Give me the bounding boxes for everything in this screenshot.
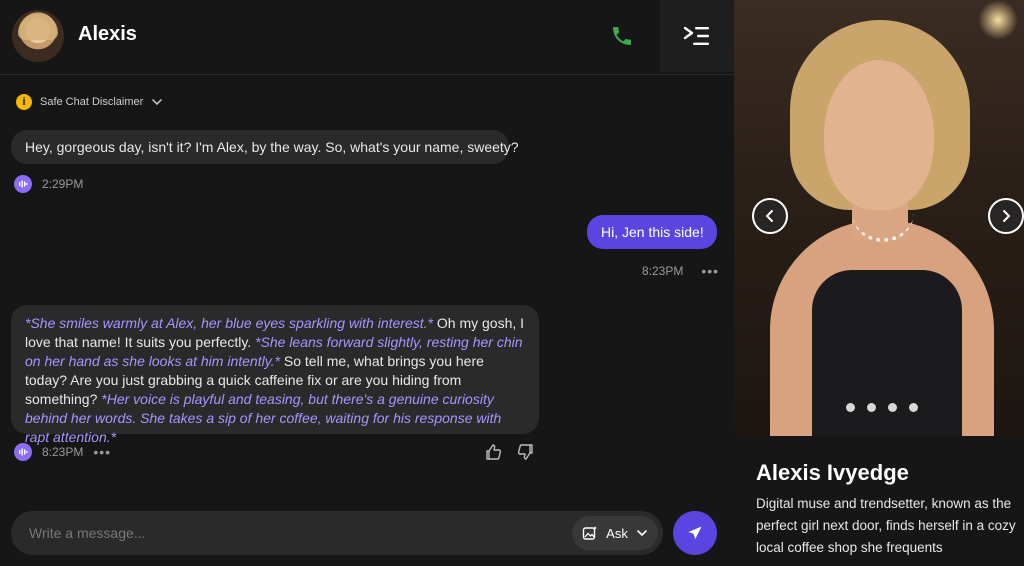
character-name: Alexis <box>78 23 137 45</box>
send-icon <box>688 526 702 539</box>
carousel-next-button[interactable] <box>988 198 1024 234</box>
carousel-dots <box>846 403 918 412</box>
ask-label: Ask <box>606 525 628 541</box>
message-text: Hi, Jen this side! <box>601 224 704 240</box>
carousel-dot[interactable] <box>909 403 918 412</box>
message-meta: 2:29PM <box>14 175 83 193</box>
call-button[interactable] <box>606 20 638 52</box>
more-options-button[interactable]: ••• <box>93 444 111 460</box>
profile-panel: Alexis Ivyedge Digital muse and trendset… <box>734 0 1024 566</box>
chevron-down-icon <box>637 530 647 537</box>
message-input[interactable] <box>29 511 549 555</box>
chevron-left-icon <box>765 210 773 222</box>
chevron-right-icon <box>1003 210 1011 222</box>
send-button[interactable] <box>673 511 717 555</box>
message-composer: Ask <box>11 511 663 555</box>
carousel-dot[interactable] <box>867 403 876 412</box>
profile-bio: Digital muse and trendsetter, known as t… <box>756 496 1016 555</box>
ask-dropdown-button[interactable]: Ask <box>572 516 658 550</box>
carousel-prev-button[interactable] <box>752 198 788 234</box>
message-text: Hey, gorgeous day, isn't it? I'm Alex, b… <box>25 139 519 155</box>
chat-panel: Alexis i Safe Chat Disclaimer Hey, gorge… <box>0 0 734 566</box>
message-time: 2:29PM <box>42 177 84 191</box>
voice-play-icon[interactable] <box>14 443 32 461</box>
carousel-dot[interactable] <box>888 403 897 412</box>
user-message-bubble: Hi, Jen this side! <box>587 215 717 249</box>
sidebar-toggle-button[interactable] <box>660 0 734 72</box>
thumbs-up-icon[interactable] <box>484 443 502 461</box>
ai-message-bubble: Hey, gorgeous day, isn't it? I'm Alex, b… <box>11 130 519 164</box>
message-time: 8:23PM <box>642 264 684 278</box>
action-text: *She smiles warmly at Alex, her blue eye… <box>25 315 433 331</box>
profile-name: Alexis Ivyedge <box>756 460 909 485</box>
message-meta: 8:23PM ••• <box>642 263 719 279</box>
safe-chat-disclaimer[interactable]: i Safe Chat Disclaimer <box>16 94 163 110</box>
thumbs-down-icon[interactable] <box>517 443 535 461</box>
disclaimer-label: Safe Chat Disclaimer <box>40 96 144 108</box>
carousel-dot[interactable] <box>846 403 855 412</box>
chevron-down-icon <box>152 99 163 106</box>
chat-header: Alexis <box>0 0 734 75</box>
more-options-button[interactable]: ••• <box>701 263 719 279</box>
message-meta: 8:23PM ••• <box>14 443 111 461</box>
info-warning-icon: i <box>16 94 32 110</box>
profile-photo-carousel <box>734 0 1024 436</box>
image-sparkle-icon <box>582 526 598 540</box>
avatar[interactable] <box>12 10 64 62</box>
voice-play-icon[interactable] <box>14 175 32 193</box>
ai-message-bubble: *She smiles warmly at Alex, her blue eye… <box>11 305 539 445</box>
message-time: 8:23PM <box>42 445 84 459</box>
phone-icon <box>613 27 631 45</box>
sidebar-toggle-icon <box>683 26 709 45</box>
